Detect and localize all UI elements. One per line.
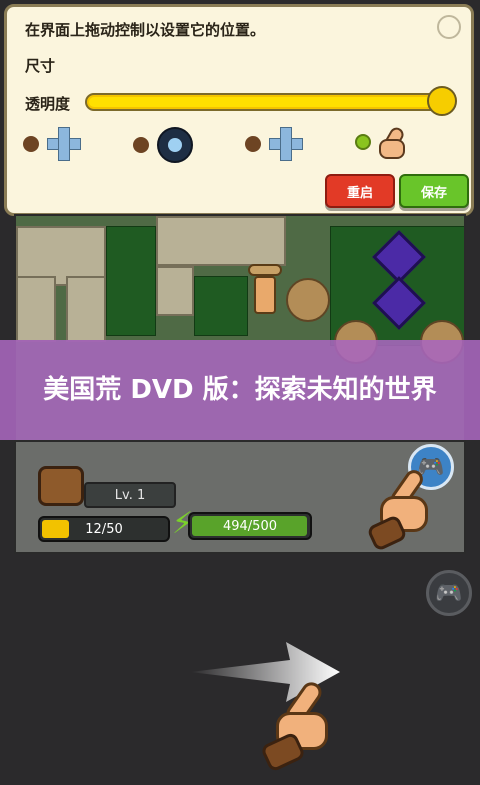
vine-block xyxy=(194,276,248,336)
size-label: 尺寸 xyxy=(25,57,56,75)
instruction-text: 在界面上拖动控制以设置它的位置。 xyxy=(25,21,266,39)
energy-value: 494/500 xyxy=(222,519,277,534)
opacity-slider-fill xyxy=(89,97,451,107)
touch-hand-icon xyxy=(379,125,407,159)
restart-button[interactable]: 重启 xyxy=(325,174,395,208)
gamepad-icon-ghost[interactable]: 🎮 xyxy=(426,570,472,616)
layout-radio-selected[interactable] xyxy=(355,134,371,150)
title-banner: 美国荒 DVD 版：探索未知的世界 xyxy=(0,340,480,440)
opacity-label: 透明度 xyxy=(25,95,71,113)
level-display: Lv. 1 xyxy=(84,482,176,508)
layout-radio[interactable] xyxy=(23,136,39,152)
dpad-icon xyxy=(269,127,303,161)
opacity-slider-knob[interactable] xyxy=(427,86,457,116)
explorer-character xyxy=(248,264,282,316)
exp-value: 12/50 xyxy=(85,522,123,537)
control-settings-panel: 在界面上拖动控制以设置它的位置。 尺寸 透明度 重启 保存 xyxy=(4,4,474,216)
save-button[interactable]: 保存 xyxy=(399,174,469,208)
stone-wall xyxy=(16,276,56,342)
stone-wall xyxy=(66,276,106,342)
opacity-slider[interactable] xyxy=(85,86,457,116)
layout-radio[interactable] xyxy=(133,137,149,153)
layout-option-dpad-1[interactable] xyxy=(23,127,81,161)
dpad-icon xyxy=(47,127,81,161)
layout-option-joystick[interactable] xyxy=(133,127,193,163)
layout-radio[interactable] xyxy=(245,136,261,152)
backpack-icon[interactable] xyxy=(38,466,84,506)
stone-wall xyxy=(156,216,286,266)
stone-head-block xyxy=(286,278,330,322)
swipe-hand-icon xyxy=(259,678,342,773)
close-icon[interactable] xyxy=(437,15,461,39)
pointing-hand-icon xyxy=(366,466,440,552)
layout-option-touch[interactable] xyxy=(355,125,407,159)
vine-block xyxy=(106,226,156,336)
stone-wall xyxy=(156,266,194,316)
exp-bar: 12/50 xyxy=(38,516,170,542)
energy-bar: 494/500 xyxy=(188,512,312,540)
joystick-icon xyxy=(157,127,193,163)
layout-option-dpad-2[interactable] xyxy=(245,127,303,161)
banner-title: 美国荒 DVD 版：探索未知的世界 xyxy=(43,375,437,405)
